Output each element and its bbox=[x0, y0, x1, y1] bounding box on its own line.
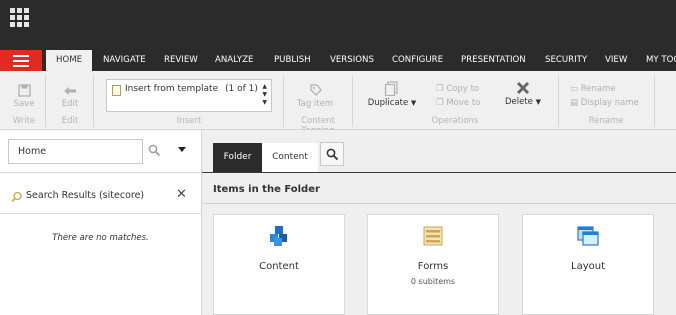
scroll-arrows-icon[interactable]: ▲ ▼ ▼ bbox=[262, 83, 267, 107]
document-icon bbox=[112, 85, 121, 96]
insert-template-label: Insert from template bbox=[125, 84, 219, 94]
group-label-edit: Edit bbox=[61, 116, 79, 126]
form-icon bbox=[422, 225, 444, 250]
ribbon-tab-bar: HOME NAVIGATE REVIEW ANALYZE PUBLISH VER… bbox=[0, 38, 676, 71]
tab-review[interactable]: REVIEW bbox=[164, 50, 198, 71]
save-button[interactable]: Save bbox=[10, 84, 38, 109]
search-results-icon bbox=[11, 191, 22, 203]
tab-presentation[interactable]: PRESENTATION bbox=[461, 50, 526, 71]
group-label-operations: Operations bbox=[431, 116, 479, 126]
edit-label: Edit bbox=[61, 99, 79, 109]
search-icon bbox=[326, 148, 339, 161]
tab-content[interactable]: Content bbox=[262, 143, 318, 172]
display-name-button[interactable]: ▤ Display name bbox=[570, 98, 639, 108]
copy-to-icon: ❐ bbox=[436, 84, 444, 94]
tag-item-button[interactable]: Tag item bbox=[290, 83, 340, 109]
insert-template-selector[interactable]: Insert from template (1 of 1) ▲ ▼ ▼ bbox=[106, 79, 272, 112]
copy-to-button[interactable]: ❐ Copy to bbox=[436, 84, 479, 94]
delete-label: Delete bbox=[504, 97, 533, 107]
group-label-write: Write bbox=[12, 116, 36, 126]
folder-item-subtitle: 0 subitems bbox=[410, 277, 456, 286]
delete-icon bbox=[516, 81, 530, 95]
tag-item-label: Tag item bbox=[296, 99, 334, 109]
group-divider bbox=[93, 75, 94, 127]
tab-configure[interactable]: CONFIGURE bbox=[392, 50, 443, 71]
display-name-icon: ▤ bbox=[570, 98, 579, 108]
group-divider bbox=[45, 75, 46, 127]
move-to-icon: ❐ bbox=[436, 98, 444, 108]
group-label-rename: Rename bbox=[588, 116, 624, 126]
top-bar bbox=[0, 0, 676, 38]
tab-versions[interactable]: VERSIONS bbox=[330, 50, 374, 71]
tab-publish[interactable]: PUBLISH bbox=[274, 50, 311, 71]
search-input[interactable]: Home bbox=[8, 139, 143, 164]
folder-item-title: Forms bbox=[417, 261, 449, 272]
tab-security[interactable]: SECURITY bbox=[545, 50, 587, 71]
apps-grid-icon[interactable] bbox=[10, 8, 31, 29]
tab-view[interactable]: VIEW bbox=[605, 50, 627, 71]
group-divider bbox=[352, 75, 353, 127]
search-results-header: Search Results (sitecore) ✕ bbox=[0, 183, 201, 213]
tag-icon bbox=[309, 84, 322, 96]
tab-home[interactable]: HOME bbox=[46, 50, 93, 71]
tab-my-toolbar[interactable]: MY TOO bbox=[646, 50, 676, 71]
save-label: Save bbox=[13, 99, 35, 109]
tab-navigate[interactable]: NAVIGATE bbox=[103, 50, 146, 71]
folder-items-header: Items in the Folder bbox=[213, 184, 320, 195]
edit-icon bbox=[64, 87, 76, 95]
hamburger-menu-button[interactable] bbox=[0, 50, 42, 71]
rename-label: Rename bbox=[580, 84, 616, 94]
blue-cubes-icon bbox=[268, 225, 290, 250]
search-icon[interactable] bbox=[148, 144, 161, 160]
group-label-insert: Insert bbox=[176, 116, 202, 126]
copy-to-label: Copy to bbox=[446, 84, 480, 94]
layout-windows-icon bbox=[577, 225, 599, 250]
folder-item-card[interactable]: Forms 0 subitems bbox=[367, 214, 499, 315]
search-button[interactable] bbox=[320, 142, 344, 166]
content-area: Folder Content Items in the Folder Conte… bbox=[202, 130, 676, 315]
close-icon[interactable]: ✕ bbox=[176, 187, 187, 202]
divider bbox=[0, 213, 201, 214]
delete-button[interactable]: Delete ▼ bbox=[502, 81, 544, 107]
ribbon: Save Write Edit Edit Insert from templat… bbox=[0, 71, 676, 136]
group-divider bbox=[558, 75, 559, 127]
folder-item-card[interactable]: Content bbox=[213, 214, 345, 315]
search-options-dropdown-icon[interactable] bbox=[178, 147, 186, 152]
folder-item-title: Layout bbox=[571, 261, 605, 272]
move-to-button[interactable]: ❐ Move to bbox=[436, 98, 480, 108]
display-name-label: Display name bbox=[580, 98, 639, 108]
tab-folder[interactable]: Folder bbox=[213, 143, 262, 172]
search-results-title: Search Results (sitecore) bbox=[26, 190, 145, 201]
group-divider bbox=[654, 75, 655, 127]
duplicate-icon bbox=[384, 81, 398, 96]
duplicate-label: Duplicate bbox=[367, 98, 409, 108]
no-matches-message: There are no matches. bbox=[52, 233, 149, 243]
divider bbox=[202, 203, 676, 204]
tab-analyze[interactable]: ANALYZE bbox=[215, 50, 253, 71]
folder-item-title: Content bbox=[259, 261, 299, 272]
divider bbox=[0, 172, 201, 173]
duplicate-button[interactable]: Duplicate ▼ bbox=[364, 81, 420, 108]
edit-button[interactable]: Edit bbox=[56, 84, 84, 109]
save-icon bbox=[17, 84, 31, 97]
rename-icon: ▭ bbox=[570, 84, 579, 94]
search-pane: Home Search Results (sitecore) ✕ There a… bbox=[0, 130, 202, 315]
insert-template-count: (1 of 1) bbox=[225, 84, 258, 94]
divider bbox=[202, 172, 676, 173]
folder-item-card[interactable]: Layout bbox=[522, 214, 654, 315]
move-to-label: Move to bbox=[446, 98, 481, 108]
rename-button[interactable]: ▭ Rename bbox=[570, 84, 616, 94]
